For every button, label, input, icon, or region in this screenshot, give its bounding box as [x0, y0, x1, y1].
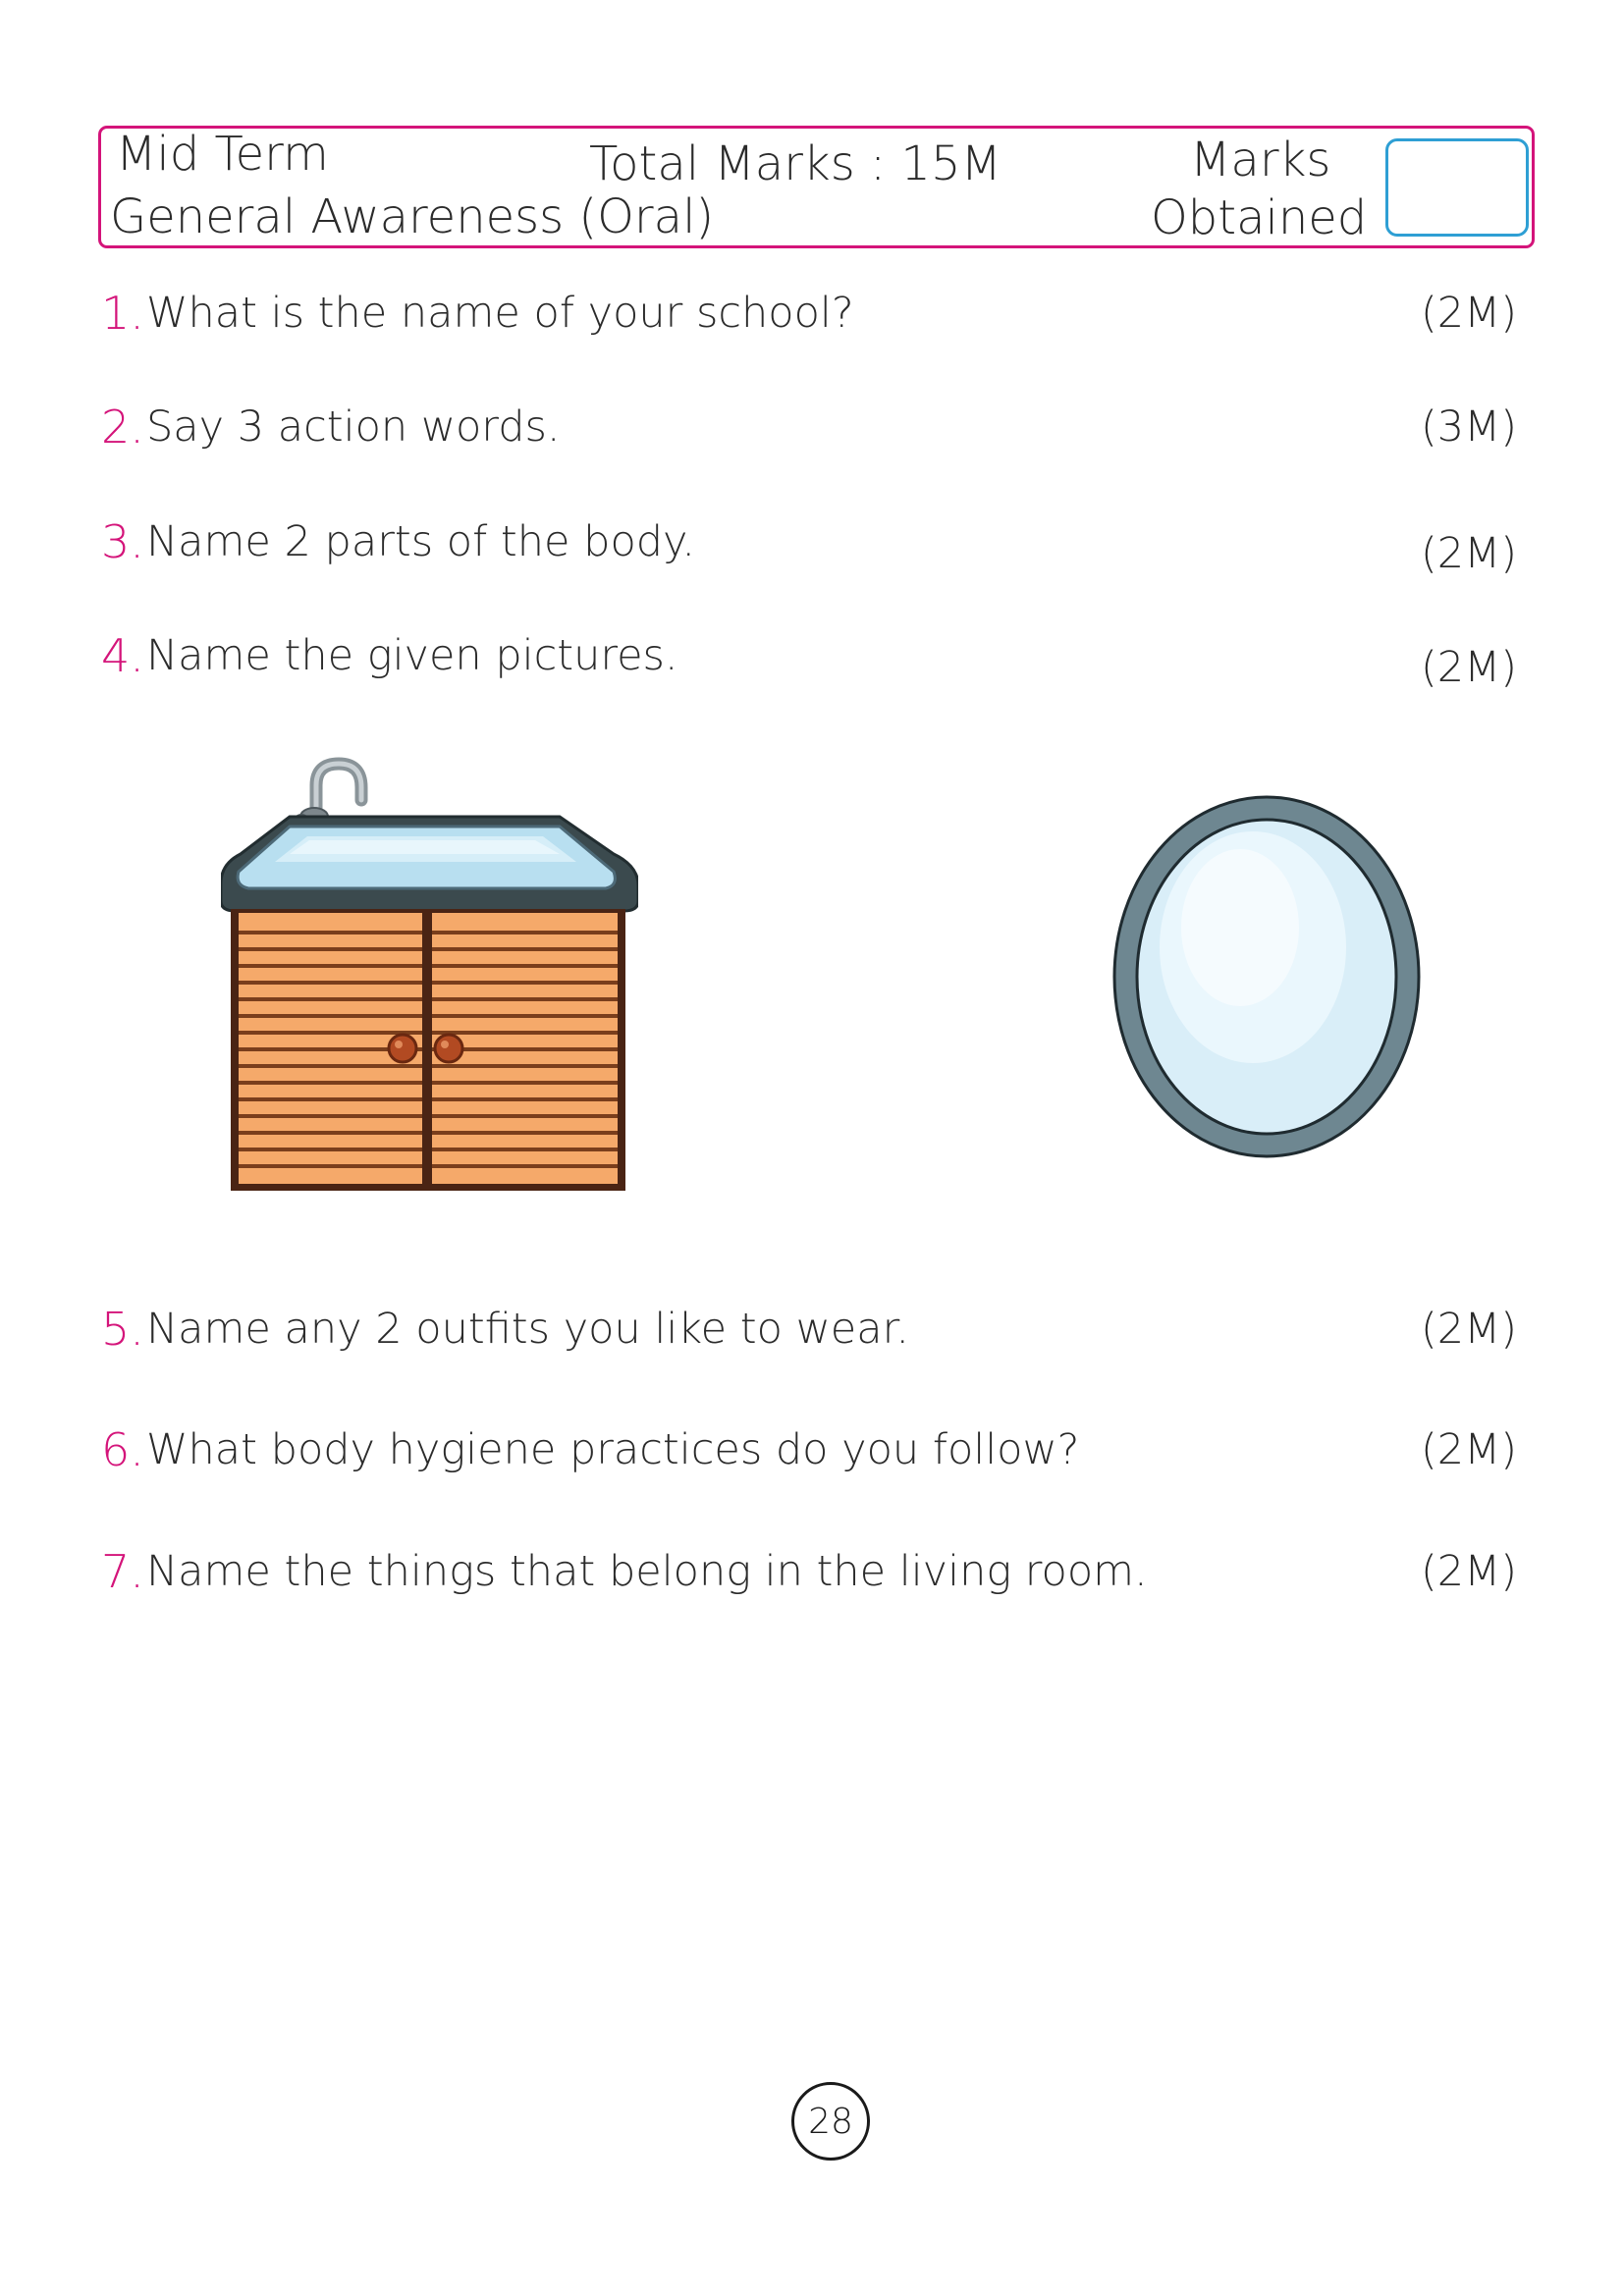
- wash-basin-cabinet-icon: [221, 757, 638, 1191]
- question-2: 2. Say 3 action words. (3M): [101, 404, 1517, 463]
- question-marks: (2M): [1420, 1305, 1517, 1354]
- question-number: 5.: [101, 1303, 144, 1356]
- oval-mirror-icon: [1112, 795, 1421, 1158]
- marks-obtained-box[interactable]: [1385, 138, 1529, 237]
- question-7: 7. Name the things that belong in the li…: [101, 1549, 1517, 1608]
- question-marks: (2M): [1420, 1425, 1517, 1474]
- question-number: 6.: [101, 1423, 144, 1476]
- exam-title: Mid Term: [116, 127, 329, 182]
- question-text: What is the name of your school?: [146, 289, 854, 338]
- question-text: Name 2 parts of the body.: [146, 517, 696, 566]
- obtained-label: Obtained: [1151, 190, 1368, 245]
- page-number: 28: [791, 2082, 870, 2161]
- question-number: 4.: [101, 629, 144, 682]
- question-text: Say 3 action words.: [146, 402, 561, 452]
- question-marks: (2M): [1420, 529, 1517, 578]
- question-number: 7.: [101, 1545, 144, 1598]
- question-text: Name any 2 outfits you like to wear.: [146, 1305, 909, 1354]
- question-number: 2.: [101, 400, 144, 454]
- question-text: Name the given pictures.: [146, 631, 678, 680]
- question-1: 1. What is the name of your school? (2M): [101, 291, 1517, 349]
- question-marks: (3M): [1420, 402, 1517, 452]
- question-6: 6. What body hygiene practices do you fo…: [101, 1427, 1517, 1486]
- question-marks: (2M): [1420, 643, 1517, 692]
- question-marks: (2M): [1420, 1547, 1517, 1596]
- question-3: 3. Name 2 parts of the body. (2M): [101, 519, 1517, 578]
- question-number: 3.: [101, 515, 144, 568]
- question-text: What body hygiene practices do you follo…: [146, 1425, 1080, 1474]
- question-number: 1.: [101, 287, 144, 340]
- question-4: 4. Name the given pictures. (2M): [101, 633, 1517, 692]
- total-marks: Total Marks : 15M: [589, 136, 1001, 191]
- marks-label: Marks: [1190, 133, 1331, 187]
- question-text: Name the things that belong in the livin…: [146, 1547, 1148, 1596]
- subject-title: General Awareness (Oral): [110, 189, 715, 244]
- question-marks: (2M): [1420, 289, 1517, 338]
- question-5: 5. Name any 2 outfits you like to wear. …: [101, 1307, 1517, 1365]
